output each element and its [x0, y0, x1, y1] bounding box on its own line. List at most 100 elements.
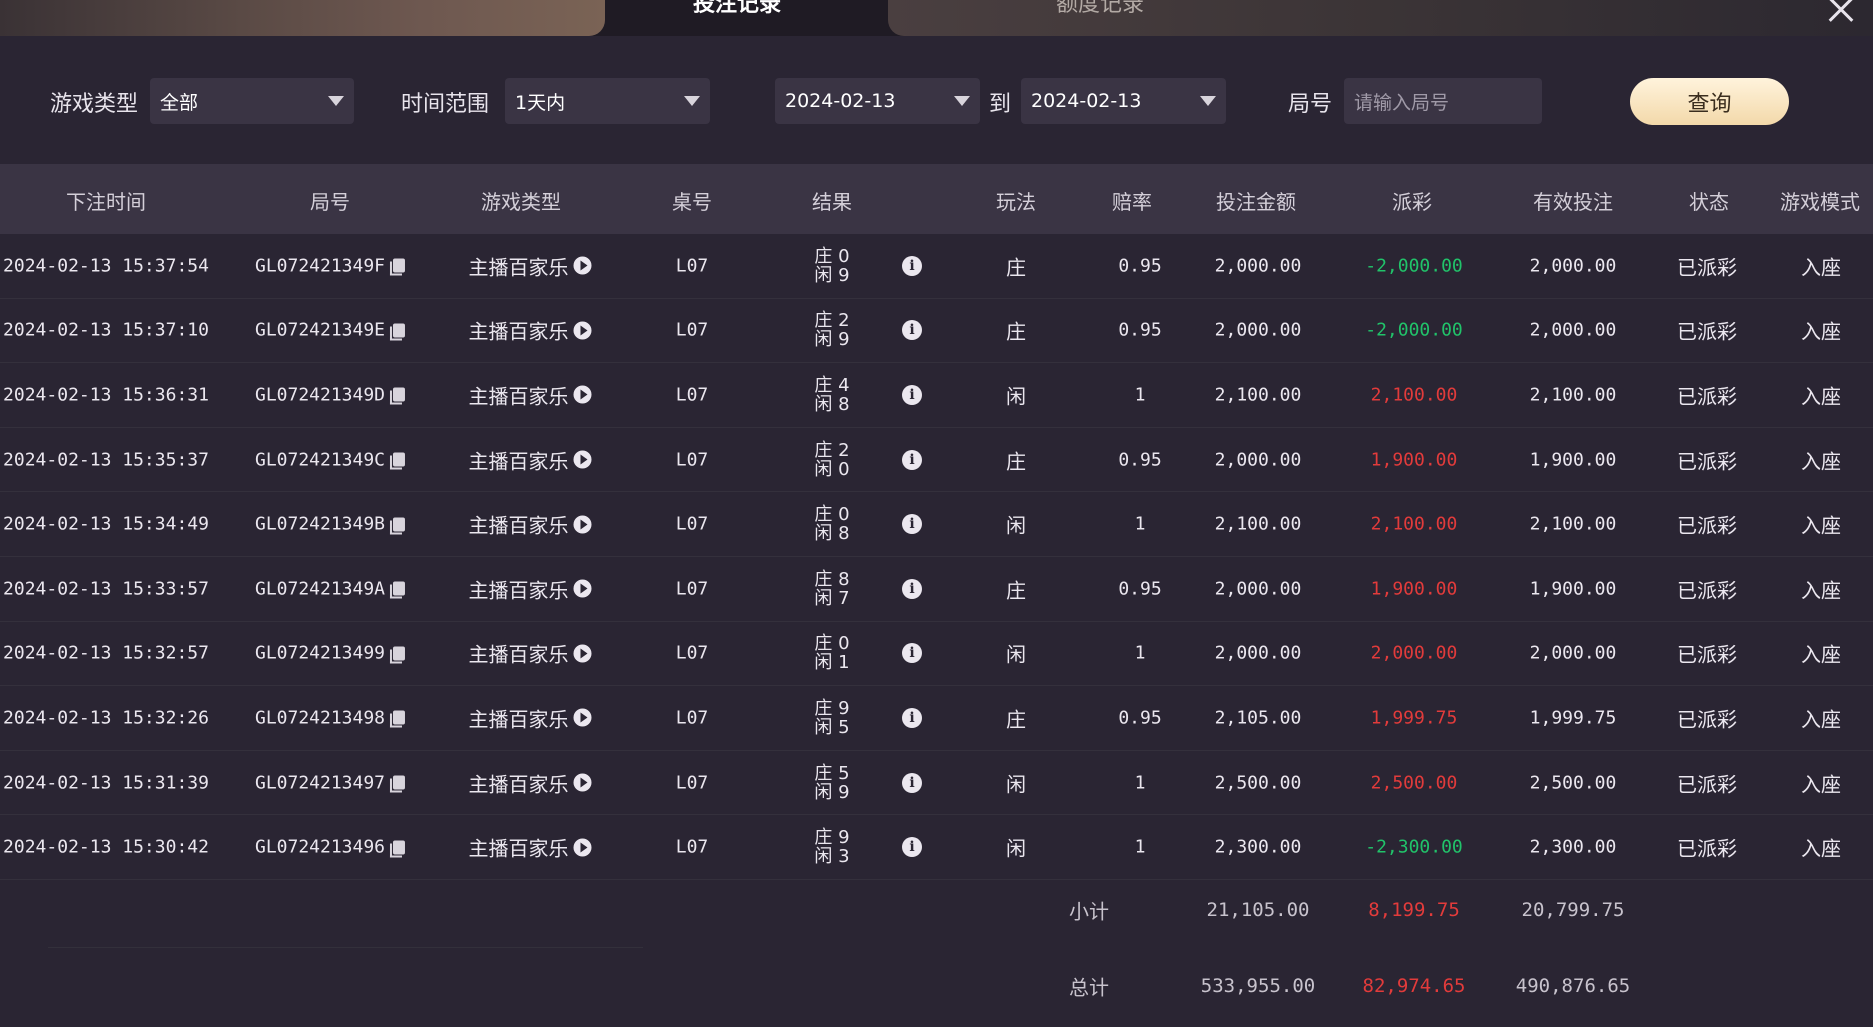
- game-type-value: 全部: [160, 91, 199, 114]
- payout: 2,500.00: [1370, 772, 1458, 794]
- tab-bet-records[interactable]: 投注记录: [693, 0, 781, 18]
- table-row[interactable]: 2024-02-13 15:30:42 GL0724213496 主播百家乐 L…: [0, 815, 1873, 880]
- bet-amount: 2,000.00: [1214, 255, 1302, 277]
- table-number: L07: [675, 836, 709, 858]
- info-circle-icon[interactable]: i: [902, 578, 922, 599]
- info-circle-icon[interactable]: i: [902, 643, 922, 664]
- play-circle-icon[interactable]: [573, 838, 592, 857]
- copy-icon[interactable]: [390, 581, 406, 599]
- table-row[interactable]: 2024-02-13 15:37:54 GL072421349F 主播百家乐 L…: [0, 234, 1873, 299]
- bet-amount: 2,000.00: [1214, 449, 1302, 471]
- result: 庄 9 闲 3: [814, 828, 849, 866]
- payout: 1,900.00: [1370, 578, 1458, 600]
- play-circle-icon[interactable]: [573, 708, 592, 727]
- bet-type: 闲: [1006, 642, 1026, 667]
- valid-bet: 2,300.00: [1529, 836, 1617, 858]
- close-icon[interactable]: [1823, 0, 1859, 26]
- play-circle-icon[interactable]: [573, 256, 592, 275]
- status: 已派彩: [1677, 384, 1737, 409]
- copy-icon[interactable]: [390, 258, 406, 276]
- play-circle-icon[interactable]: [573, 321, 592, 340]
- info-circle-icon[interactable]: i: [902, 320, 922, 341]
- table-number: L07: [675, 449, 709, 471]
- date-to-label: 到: [989, 92, 1012, 117]
- column-header: 游戏类型: [481, 190, 561, 214]
- table-row[interactable]: 2024-02-13 15:32:57 GL0724213499 主播百家乐 L…: [0, 621, 1873, 687]
- play-circle-icon[interactable]: [573, 579, 592, 598]
- play-circle-icon[interactable]: [573, 773, 592, 792]
- play-circle-icon[interactable]: [573, 515, 592, 534]
- valid-bet: 2,000.00: [1529, 642, 1617, 664]
- subtotal-label: 小计: [1069, 899, 1109, 924]
- copy-icon[interactable]: [390, 646, 406, 664]
- info-circle-icon[interactable]: i: [902, 255, 922, 276]
- table-row[interactable]: 2024-02-13 15:35:37 GL072421349C 主播百家乐 L…: [0, 427, 1873, 493]
- time-range-select[interactable]: 1天内: [505, 78, 710, 124]
- game-type-text: 主播百家乐: [468, 772, 569, 797]
- round-number: GL0724213498: [255, 707, 406, 728]
- copy-icon[interactable]: [390, 517, 406, 535]
- round-number-text: GL072421349C: [254, 449, 386, 471]
- bet-type: 庄: [1006, 449, 1026, 474]
- bet-type: 闲: [1006, 384, 1026, 409]
- info-circle-icon[interactable]: i: [902, 837, 922, 858]
- result-banker: 庄 9: [814, 827, 850, 849]
- table-row[interactable]: 2024-02-13 15:33:57 GL072421349A 主播百家乐 L…: [0, 556, 1873, 622]
- play-circle-icon[interactable]: [573, 450, 592, 469]
- copy-icon[interactable]: [390, 775, 406, 793]
- info-circle-icon[interactable]: i: [902, 772, 922, 793]
- round-number: GL0724213497: [255, 772, 406, 793]
- total-row: 总计 533,955.00 82,974.65 490,876.65: [0, 948, 1873, 1024]
- copy-icon[interactable]: [390, 387, 406, 405]
- table-row[interactable]: 2024-02-13 15:32:26 GL0724213498 主播百家乐 L…: [0, 686, 1873, 751]
- status: 已派彩: [1677, 836, 1737, 861]
- game-type: 主播百家乐: [469, 833, 592, 862]
- result-player: 闲 5: [814, 716, 850, 738]
- payout: 2,000.00: [1370, 642, 1458, 664]
- result: 庄 2 闲 0: [814, 441, 849, 479]
- time-range-label: 时间范围: [401, 92, 490, 117]
- game-type: 主播百家乐: [469, 639, 592, 668]
- total-label: 总计: [1069, 975, 1109, 1000]
- bet-time: 2024-02-13 15:36:31: [3, 384, 209, 406]
- caret-down-icon: [1200, 96, 1216, 106]
- copy-icon[interactable]: [390, 840, 406, 858]
- subtotal-valid: 20,799.75: [1521, 899, 1625, 921]
- query-button[interactable]: 查询: [1630, 78, 1789, 125]
- tab-credit-records[interactable]: 额度记录: [1056, 0, 1144, 18]
- copy-icon[interactable]: [390, 710, 406, 728]
- table-row[interactable]: 2024-02-13 15:31:39 GL0724213497 主播百家乐 L…: [0, 750, 1873, 816]
- tab-left-background: [0, 0, 605, 36]
- round-number-text: GL0724213499: [254, 642, 386, 664]
- table-number: L07: [675, 707, 709, 729]
- round-number: GL0724213499: [254, 642, 406, 664]
- info-circle-icon[interactable]: i: [902, 707, 922, 728]
- column-header: 局号: [310, 190, 350, 214]
- status: 已派彩: [1677, 578, 1737, 603]
- column-header: 有效投注: [1533, 190, 1613, 214]
- info-circle-icon[interactable]: i: [902, 514, 922, 535]
- caret-down-icon: [328, 96, 344, 106]
- date-from-picker[interactable]: 2024-02-13: [775, 78, 980, 124]
- round-number: GL072421349E: [255, 320, 406, 341]
- game-type: 主播百家乐: [469, 316, 592, 345]
- play-circle-icon[interactable]: [573, 385, 592, 404]
- game-mode: 入座: [1801, 578, 1841, 603]
- info-circle-icon[interactable]: i: [902, 384, 922, 405]
- copy-icon[interactable]: [390, 452, 406, 470]
- round-number-input[interactable]: 请输入局号: [1344, 78, 1542, 124]
- info-circle-icon[interactable]: i: [902, 449, 922, 470]
- date-to-picker[interactable]: 2024-02-13: [1021, 78, 1226, 124]
- table-body: 2024-02-13 15:37:54 GL072421349F 主播百家乐 L…: [0, 234, 1873, 880]
- bet-type: 庄: [1006, 707, 1026, 732]
- bet-amount: 2,000.00: [1214, 319, 1302, 341]
- play-circle-icon[interactable]: [573, 644, 592, 663]
- date-from-value: 2024-02-13: [785, 90, 896, 112]
- table-row[interactable]: 2024-02-13 15:36:31 GL072421349D 主播百家乐 L…: [0, 363, 1873, 428]
- game-type-select[interactable]: 全部: [150, 78, 354, 124]
- table-row[interactable]: 2024-02-13 15:37:10 GL072421349E 主播百家乐 L…: [0, 298, 1873, 364]
- round-number-text: GL072421349D: [254, 384, 386, 406]
- table-row[interactable]: 2024-02-13 15:34:49 GL072421349B 主播百家乐 L…: [0, 492, 1873, 557]
- copy-icon[interactable]: [390, 323, 406, 341]
- bet-amount: 2,100.00: [1214, 384, 1302, 406]
